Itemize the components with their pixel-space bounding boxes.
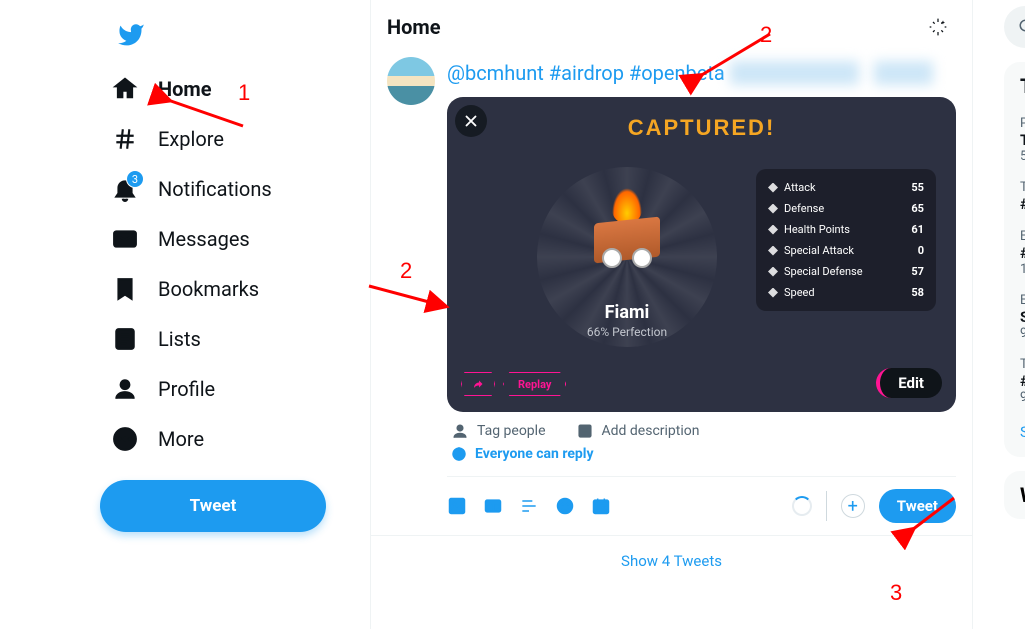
replay-button[interactable]: Replay [503, 372, 566, 396]
trend-item[interactable]: Tr# [1020, 172, 1025, 221]
nav-messages-label: Messages [158, 227, 250, 251]
person-icon [112, 376, 138, 402]
main-column: Home @bcmhunt #airdrop #openbeta xxxxxxx… [371, 0, 972, 586]
creature-graphic: Fiami 66% Perfection [527, 157, 727, 387]
special-defense-icon [768, 267, 778, 277]
trend-item[interactable]: EnSp9, [1020, 285, 1025, 349]
stat-row: Speed58 [756, 282, 936, 303]
divider [972, 0, 973, 629]
schedule-button[interactable] [591, 496, 611, 516]
trend-item[interactable]: Tr#9, [1020, 349, 1025, 413]
stat-row: Defense65 [756, 198, 936, 219]
media-actions: Tag people Add description [447, 412, 956, 440]
captured-title: CAPTURED! [447, 115, 956, 141]
nav-profile[interactable]: Profile [100, 364, 360, 414]
nav-more-label: More [158, 427, 204, 451]
add-poll-button[interactable] [519, 496, 539, 516]
edit-media-button[interactable]: Edit [876, 368, 942, 398]
nav-notifications-label: Notifications [158, 177, 272, 201]
nav-profile-label: Profile [158, 377, 215, 401]
trends-card: T PoTa55 Tr# En#12 EnSp9, Tr#9, Sh [1004, 62, 1025, 457]
svg-text:GIF: GIF [488, 503, 498, 511]
home-icon [112, 76, 138, 102]
defense-icon [768, 204, 778, 214]
stat-row: Attack55 [756, 177, 936, 198]
nav-home-label: Home [158, 77, 212, 101]
tweet-submit-button[interactable]: Tweet [879, 489, 956, 523]
health-icon [768, 225, 778, 235]
sidebar-tweet-button[interactable]: Tweet [100, 480, 326, 532]
stat-row: Special Attack0 [756, 240, 936, 261]
stat-row: Special Defense57 [756, 261, 936, 282]
nav-lists-label: Lists [158, 327, 201, 351]
nav-explore[interactable]: Explore [100, 114, 360, 164]
trend-item[interactable]: En#12 [1020, 221, 1025, 285]
compose-box: @bcmhunt #airdrop #openbeta xxxxxxxxxxxx… [371, 53, 972, 535]
media-controls: Replay [461, 372, 566, 396]
twitter-logo[interactable] [106, 10, 156, 60]
avatar[interactable] [387, 57, 435, 105]
special-attack-icon [768, 246, 778, 256]
search-input[interactable] [1004, 6, 1025, 48]
hashtag[interactable]: #openbeta [629, 61, 725, 85]
divider [826, 491, 827, 521]
add-image-button[interactable] [447, 496, 467, 516]
nav-notifications[interactable]: 3 Notifications [100, 164, 360, 214]
tag-people-button[interactable]: Tag people [451, 422, 546, 440]
nav-messages[interactable]: Messages [100, 214, 360, 264]
attack-icon [768, 183, 778, 193]
show-new-tweets-button[interactable]: Show 4 Tweets [371, 535, 972, 586]
bell-icon: 3 [112, 176, 138, 202]
nav-bookmarks[interactable]: Bookmarks [100, 264, 360, 314]
hashtag[interactable]: #airdrop [549, 61, 624, 85]
add-gif-button[interactable]: GIF [483, 496, 503, 516]
envelope-icon [112, 226, 138, 252]
nav-home[interactable]: Home [100, 64, 360, 114]
page-title: Home [387, 15, 441, 39]
nav-lists[interactable]: Lists [100, 314, 360, 364]
mention[interactable]: @bcmhunt [447, 61, 544, 85]
nav: Home Explore 3 Notifications Messages Bo… [100, 64, 360, 464]
add-description-button[interactable]: Add description [576, 422, 700, 440]
compose-toolbar: GIF + Tweet [447, 477, 956, 523]
timeline-options-button[interactable] [920, 9, 956, 45]
add-emoji-button[interactable] [555, 496, 575, 516]
stat-row: Health Points61 [756, 219, 936, 240]
nav-more[interactable]: More [100, 414, 360, 464]
trends-title: T [1020, 74, 1025, 98]
reply-scope-button[interactable]: Everyone can reply [447, 440, 956, 477]
speed-icon [768, 288, 778, 298]
char-count-indicator [792, 496, 812, 516]
stats-panel: Attack55 Defense65 Health Points61 Speci… [756, 169, 936, 311]
redacted-text: xxxxxx [874, 61, 934, 85]
hashtag-icon [112, 126, 138, 152]
nav-explore-label: Explore [158, 127, 224, 151]
redacted-text: xxxxxxxxxxxxx [730, 61, 859, 85]
timeline-header: Home [371, 0, 972, 53]
nav-bookmarks-label: Bookmarks [158, 277, 259, 301]
who-to-follow-card: W [1004, 471, 1025, 519]
more-icon [112, 426, 138, 452]
share-button[interactable] [461, 372, 495, 396]
who-title: W [1020, 483, 1025, 507]
right-sidebar: T PoTa55 Tr# En#12 EnSp9, Tr#9, Sh W [990, 0, 1025, 629]
attached-media: CAPTURED! Fiami 66% Perfection Attack55 … [447, 97, 956, 412]
notifications-badge: 3 [126, 170, 144, 188]
compose-text[interactable]: @bcmhunt #airdrop #openbeta xxxxxxxxxxxx… [447, 57, 956, 97]
trend-item[interactable]: PoTa55 [1020, 108, 1025, 172]
sidebar: Home Explore 3 Notifications Messages Bo… [100, 10, 360, 532]
add-thread-button[interactable]: + [841, 494, 865, 518]
show-more-trends[interactable]: Sh [1020, 413, 1025, 445]
bookmark-icon [112, 276, 138, 302]
list-icon [112, 326, 138, 352]
